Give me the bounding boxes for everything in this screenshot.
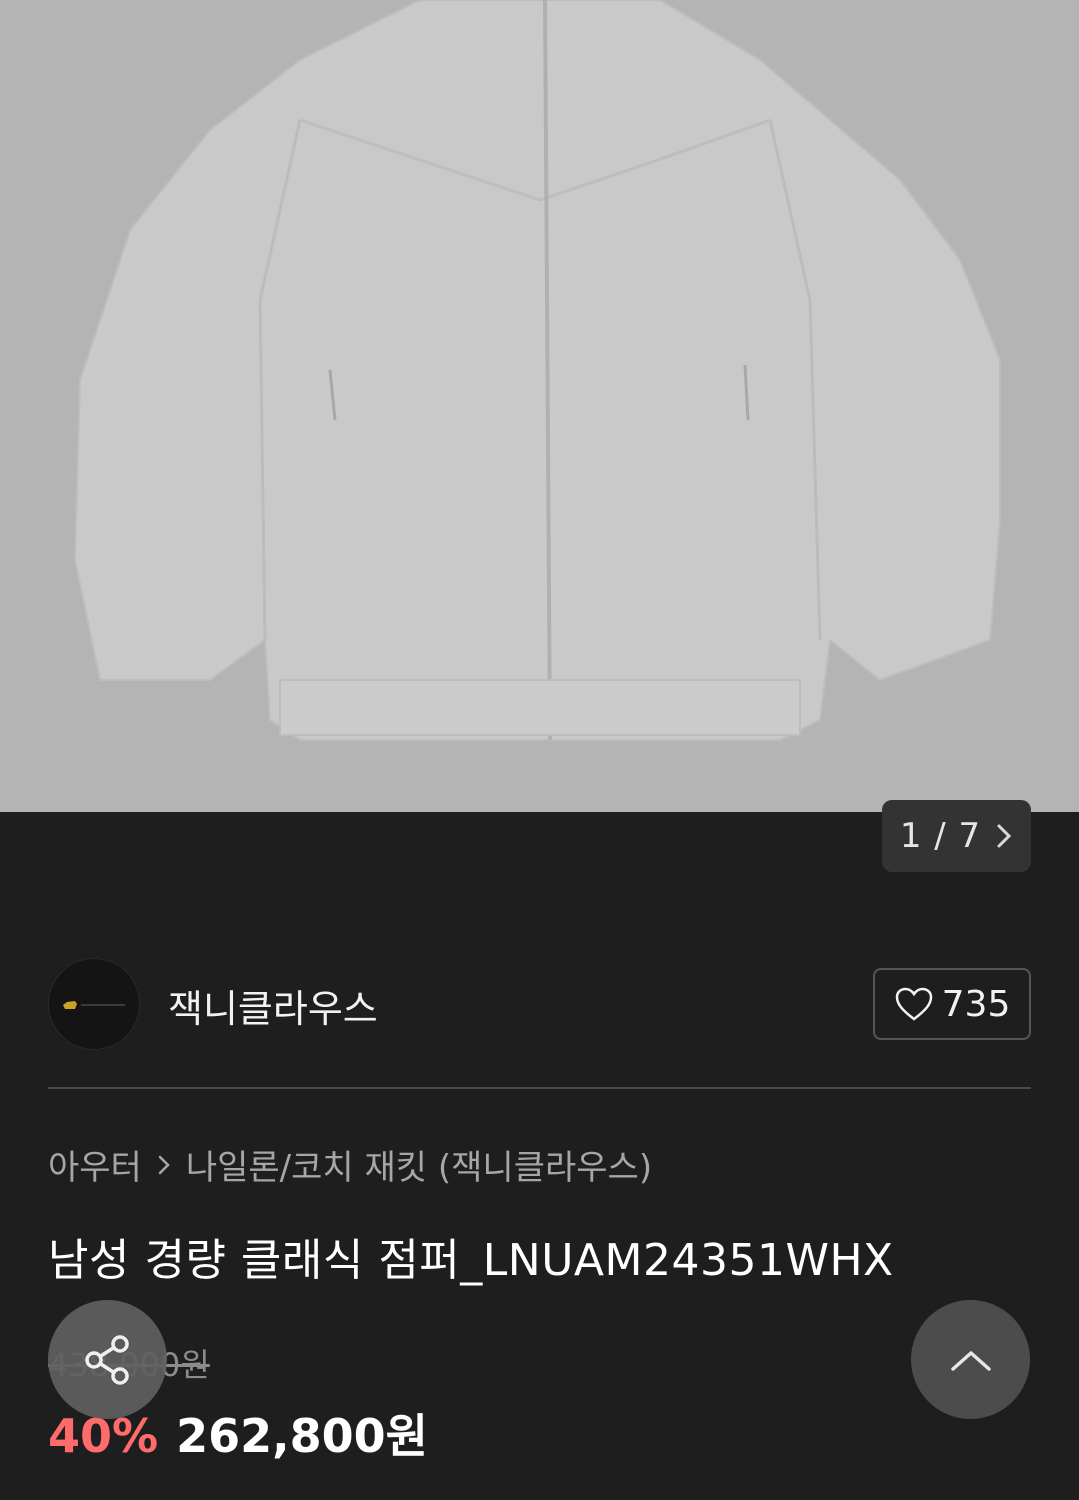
product-title: 남성 경량 클래식 점퍼_LNUAM24351WHX — [48, 1235, 894, 1286]
heart-outline-icon — [895, 987, 932, 1021]
divider — [48, 1087, 1031, 1089]
brand-row[interactable]: 잭니클라우스 735 — [48, 958, 1031, 1050]
chevron-up-icon — [950, 1350, 991, 1371]
share-icon — [84, 1334, 129, 1385]
breadcrumb-item-subcategory[interactable]: 나일론/코치 재킷 (잭니클라우스) — [186, 1140, 652, 1189]
breadcrumb-item-category[interactable]: 아우터 — [48, 1140, 142, 1189]
share-button[interactable] — [48, 1300, 167, 1419]
image-counter-text: 1 / 7 — [899, 816, 982, 856]
scroll-top-button[interactable] — [911, 1300, 1030, 1419]
brand-logo-bear — [63, 1001, 125, 1009]
chevron-right-icon — [158, 1155, 170, 1174]
like-button[interactable]: 735 — [873, 968, 1031, 1040]
product-image[interactable] — [0, 0, 1079, 812]
breadcrumb: 아우터 나일론/코치 재킷 (잭니클라우스) — [48, 1140, 652, 1189]
like-count: 735 — [941, 983, 1011, 1025]
jacket-illustration — [73, 0, 1001, 741]
image-counter[interactable]: 1 / 7 — [882, 800, 1031, 872]
brand-logo[interactable] — [48, 958, 140, 1050]
brand-name[interactable]: 잭니클라우스 — [168, 978, 378, 1033]
chevron-right-icon — [997, 824, 1012, 848]
sale-price: 262,800원 — [176, 1409, 428, 1463]
